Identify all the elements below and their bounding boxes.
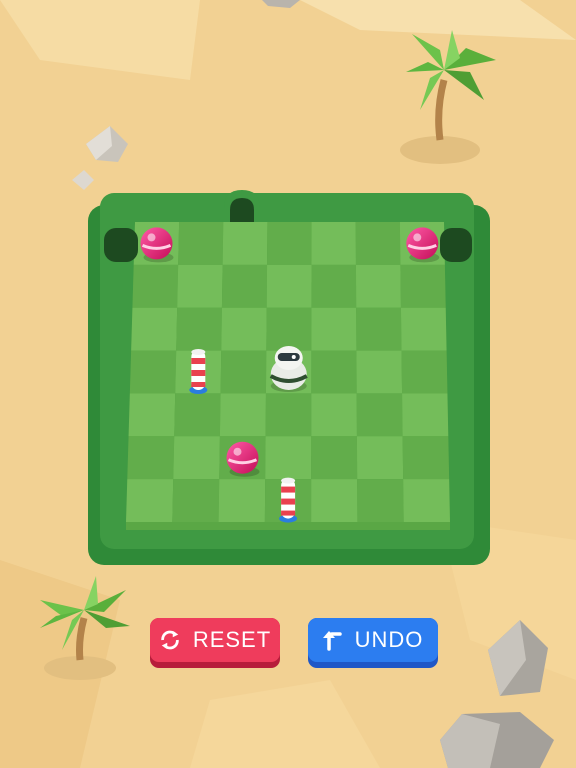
board-tile[interactable] — [311, 222, 356, 265]
board-tile[interactable] — [132, 264, 179, 308]
striped-post[interactable] — [189, 349, 208, 394]
board-tile[interactable] — [311, 350, 357, 394]
board-tile[interactable] — [265, 436, 312, 480]
game-scene — [0, 0, 576, 768]
board-tile[interactable] — [222, 222, 268, 265]
board-tile[interactable] — [402, 436, 450, 480]
reset-label: RESET — [192, 627, 272, 652]
board-tile[interactable] — [400, 307, 447, 351]
board-tile[interactable] — [356, 436, 404, 480]
board-tile[interactable] — [174, 393, 221, 437]
board-tile[interactable] — [311, 393, 357, 437]
board-tile[interactable] — [403, 479, 450, 522]
board-tile[interactable] — [126, 479, 174, 522]
board-tile[interactable] — [401, 350, 448, 394]
board-tile[interactable] — [400, 264, 446, 308]
board-tile[interactable] — [311, 479, 358, 522]
board-tile[interactable] — [127, 436, 175, 480]
board-tile[interactable] — [219, 393, 266, 437]
exit-hole-top — [224, 190, 260, 222]
board-tile[interactable] — [131, 307, 178, 351]
robot-player[interactable] — [269, 346, 308, 392]
board-tile[interactable] — [176, 307, 222, 351]
board-tile[interactable] — [172, 479, 220, 522]
board-tile[interactable] — [265, 393, 312, 437]
striped-post[interactable] — [279, 477, 298, 523]
board-tile[interactable] — [356, 307, 402, 351]
board-tile[interactable] — [402, 393, 449, 437]
board-tile[interactable] — [221, 264, 268, 308]
board-tile[interactable] — [128, 393, 176, 437]
board-tile[interactable] — [218, 479, 266, 522]
board-tile[interactable] — [173, 436, 220, 480]
exit-hole-right — [440, 228, 472, 262]
board-tile[interactable] — [178, 222, 224, 265]
board-tile[interactable] — [311, 307, 357, 351]
board-tile[interactable] — [357, 479, 404, 522]
board-tile[interactable] — [311, 264, 357, 308]
board-tile[interactable] — [267, 222, 312, 265]
board-tile[interactable] — [355, 264, 401, 308]
refresh-icon — [159, 629, 181, 651]
board-tile[interactable] — [266, 264, 312, 308]
board-tile[interactable] — [177, 264, 223, 308]
board-tile[interactable] — [266, 307, 312, 351]
board-tile[interactable] — [311, 436, 358, 480]
exit-hole-left — [104, 228, 138, 262]
board-tile[interactable] — [221, 307, 267, 351]
board-tile[interactable] — [355, 222, 401, 265]
board-tile[interactable] — [356, 393, 403, 437]
undo-label: UNDO — [354, 627, 424, 652]
board-tile[interactable] — [129, 350, 177, 394]
undo-button[interactable]: UNDO — [308, 618, 438, 668]
game-board — [88, 190, 490, 565]
board-edge — [126, 522, 450, 530]
board-tile[interactable] — [220, 350, 267, 394]
undo-arrow-icon — [322, 629, 343, 651]
board-tile[interactable] — [356, 350, 403, 394]
reset-button[interactable]: RESET — [150, 618, 280, 668]
